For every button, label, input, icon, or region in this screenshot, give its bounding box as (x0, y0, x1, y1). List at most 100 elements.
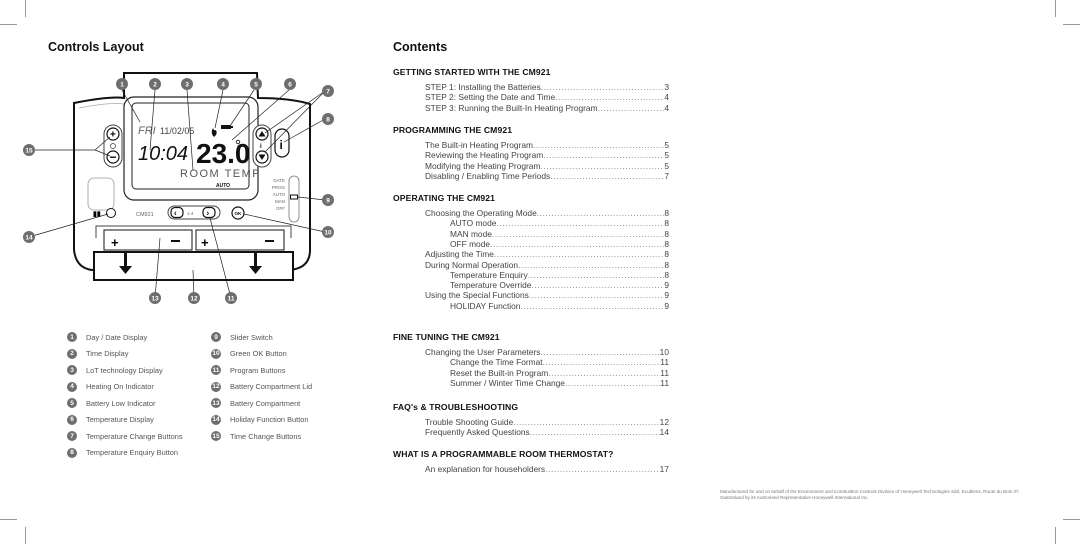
toc-entry[interactable]: Disabling / Enabling Time Periods 7 (425, 171, 669, 182)
legend-label: Slider Switch (230, 332, 273, 342)
legend-label: Temperature Change Buttons (86, 431, 183, 441)
svg-text:5: 5 (254, 82, 258, 89)
legend-number-badge: 10 (211, 348, 221, 359)
svg-text:14: 14 (25, 235, 33, 242)
slider-label: MAN (275, 199, 285, 204)
toc-entry-title: STEP 3: Running the Built-In Heating Pro… (425, 102, 598, 113)
legend-item: 10 Green OK Button (211, 348, 287, 360)
legend-label: Battery Low Indicator (86, 398, 156, 408)
lcd-mode: AUTO (216, 183, 230, 189)
legend-label: Program Buttons (230, 365, 286, 375)
legend-number-badge: 9 (211, 332, 221, 342)
lcd-mode-text: ROOM TEMP (180, 168, 261, 180)
legend-number-badge: 8 (67, 447, 77, 458)
legend-item: 11 Program Buttons (211, 364, 285, 376)
toc-leader-dots (530, 427, 660, 438)
svg-text:3: 3 (185, 82, 189, 89)
legend-item: 3 LoT technology Display (67, 364, 163, 376)
toc-entry[interactable]: Frequently Asked Questions 14 (425, 427, 669, 438)
legend-item: 5 Battery Low Indicator (67, 397, 155, 409)
lcd-time: 10:04 (138, 143, 188, 165)
legend-number-badge: 11 (211, 365, 221, 375)
toc-entry[interactable]: HOLIDAY Function 9 (450, 301, 669, 312)
toc-section-heading: OPERATING THE CM921 (393, 193, 496, 203)
svg-text:+: + (110, 130, 116, 141)
legend-label: Temperature Enquiry Button (86, 448, 179, 457)
toc-page-number: 7 (664, 170, 669, 181)
legend-label: Battery Compartment Lid (230, 382, 313, 391)
legend-item: 6 Temperature Display (67, 414, 154, 426)
legend-item: 12 Battery Compartment Lid (211, 381, 312, 393)
slider-label: AUTO (273, 192, 286, 197)
program-back-button (170, 206, 184, 219)
legend-label: LoT technology Display (86, 365, 163, 375)
toc-entry-title: Disabling / Enabling Time Periods (425, 170, 551, 181)
legend-number-badge: 15 (211, 431, 221, 441)
legend-item: 8 Temperature Enquiry Button (67, 447, 178, 459)
svg-text:7: 7 (326, 89, 330, 96)
legend-item: 7 Temperature Change Buttons (67, 430, 183, 442)
svg-text:1: 1 (120, 82, 124, 89)
svg-text:›: › (207, 209, 210, 218)
lcd-temperature: 23.0 (196, 138, 251, 169)
toc-section-heading: PROGRAMMING THE CM921 (393, 125, 513, 135)
legend-label: Heating On Indicator (86, 382, 154, 391)
legend-number-badge: 4 (67, 381, 77, 392)
legend-label: Green OK Button (230, 349, 287, 358)
info-label: i (280, 138, 283, 152)
toc-section-heading: WHAT IS A PROGRAMMABLE ROOM THERMOSTAT? (393, 449, 614, 459)
legend-label: Holiday Function Button (230, 415, 309, 424)
lcd-day: FRI (138, 125, 156, 137)
legend-item: 9 Slider Switch (211, 331, 273, 343)
svg-text:6: 6 (288, 82, 292, 89)
legend-number-badge: 13 (211, 398, 221, 408)
toc-entry[interactable]: Summer / Winter Time Change 11 (450, 378, 669, 389)
toc-section-heading: FINE TUNING THE CM921 (393, 332, 500, 342)
toc-entry[interactable]: STEP 3: Running the Built-In Heating Pro… (425, 103, 669, 114)
crop-mark (1063, 519, 1080, 520)
svg-text:‹: ‹ (174, 209, 177, 218)
legend-number-badge: 7 (67, 431, 77, 441)
crop-mark (1063, 24, 1080, 25)
legend-label: Battery Compartment (230, 398, 301, 408)
toc-page-number: 9 (664, 300, 669, 311)
legend-number-badge: 3 (67, 365, 77, 375)
svg-text:9: 9 (326, 198, 330, 205)
holiday-button (106, 208, 116, 218)
legend-label: Temperature Display (86, 415, 154, 424)
svg-text:+: + (201, 235, 209, 250)
toc-entry-title: HOLIDAY Function (450, 300, 521, 311)
legend-item: 2 Time Display (67, 348, 128, 360)
legend-item: 13 Battery Compartment (211, 397, 300, 409)
svg-text:4: 4 (221, 82, 225, 89)
svg-text:11: 11 (228, 296, 235, 303)
toc-leader-dots (565, 378, 660, 389)
crop-mark (0, 519, 17, 520)
crop-mark (25, 527, 26, 544)
toc-leader-dots (550, 171, 664, 182)
slider-label: DATE (273, 178, 285, 183)
svg-text:13: 13 (151, 296, 159, 303)
page-title-contents: Contents (393, 40, 448, 54)
svg-text:2: 2 (153, 82, 157, 89)
lcd-date: 11/02/05 (160, 126, 194, 136)
slider-label: OFF (276, 206, 285, 211)
slider-switch (290, 194, 298, 200)
legend-number-badge: 14 (211, 414, 221, 425)
toc-leader-dots (520, 301, 664, 312)
toc-page-number: 4 (664, 102, 669, 113)
toc-entry[interactable]: An explanation for householders 17 (425, 464, 669, 475)
toc-section-heading: GETTING STARTED WITH THE CM921 (393, 67, 551, 77)
footer-note: Manufactured for and on behalf of the En… (720, 489, 1020, 500)
thermostat-diagram: FRI 11/02/05 10:04 23.0 ROOM TEMP AUTO +… (23, 72, 334, 304)
svg-text:10: 10 (324, 230, 332, 237)
toc-leader-dots (545, 464, 660, 475)
legend-item: 4 Heating On Indicator (67, 381, 154, 393)
legend-item: 15 Time Change Buttons (211, 430, 301, 442)
legend-label: Time Change Buttons (230, 431, 302, 441)
svg-text:8: 8 (326, 117, 330, 124)
toc-page-number: 14 (659, 427, 669, 438)
toc-page-number: 11 (660, 377, 669, 388)
toc-section-heading: FAQ's & TROUBLESHOOTING (393, 402, 519, 412)
svg-text:OK: OK (235, 211, 243, 216)
